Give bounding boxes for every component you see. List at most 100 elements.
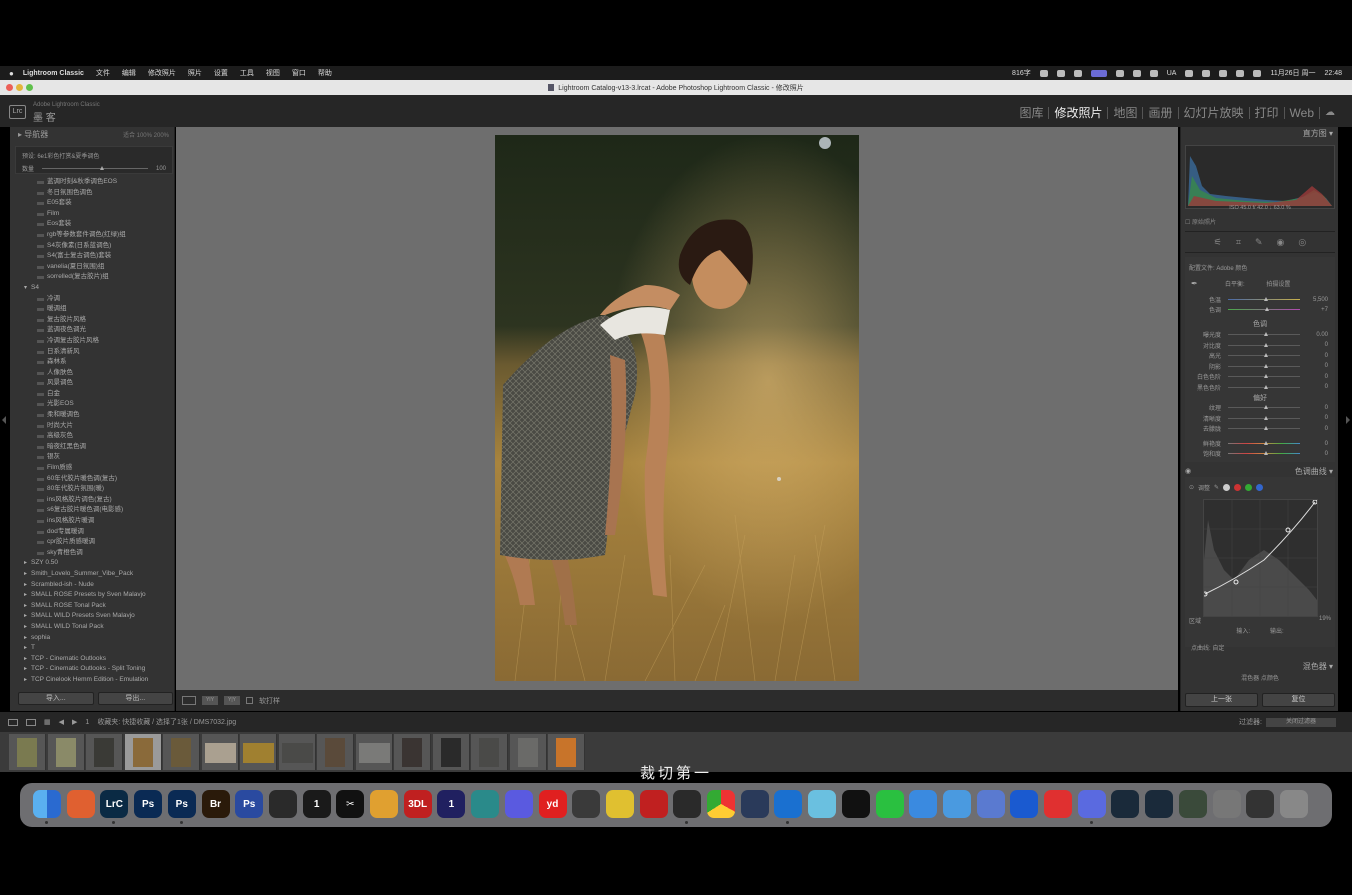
color-mixer-tabs[interactable]: 混色器 点颜色 — [1185, 673, 1335, 682]
wb-row[interactable]: 白平衡: 拍摄设置 — [1225, 279, 1290, 288]
dock-app-icon[interactable] — [33, 790, 61, 818]
slider-value[interactable]: 0 — [1300, 374, 1330, 380]
red-channel-icon[interactable] — [1234, 484, 1242, 491]
dock-app-icon[interactable] — [1010, 790, 1039, 818]
green-channel-icon[interactable] — [1245, 484, 1253, 491]
slider-knob[interactable] — [1264, 415, 1268, 420]
slider-knob[interactable] — [1264, 353, 1268, 357]
slider-knob[interactable] — [1264, 384, 1268, 389]
status-icon[interactable] — [1132, 69, 1141, 77]
preset-item[interactable]: 时尚大片 — [15, 421, 173, 432]
slider-knob[interactable] — [1264, 426, 1268, 430]
preset-item[interactable]: 暖调组 — [15, 304, 173, 315]
dock-app-icon[interactable] — [976, 790, 1005, 818]
main-photo[interactable] — [495, 135, 859, 681]
bluetooth-icon[interactable] — [1185, 69, 1194, 77]
dock-app-icon[interactable] — [1044, 790, 1072, 818]
dock-app-icon[interactable] — [639, 790, 668, 818]
dock-app-icon[interactable] — [471, 790, 500, 818]
preset-item[interactable]: vanelia(夏日氛围)组 — [15, 262, 173, 273]
export-button[interactable]: 导出... — [97, 692, 173, 705]
close-window-button[interactable] — [6, 84, 13, 91]
filter-select[interactable]: 关闭过滤器 — [1266, 717, 1336, 727]
slider-track[interactable] — [1228, 415, 1300, 420]
preset-group[interactable]: SMALL WILD Presets Sven Malavjo — [15, 611, 173, 622]
loupe-view-button[interactable] — [182, 696, 196, 705]
dock-app-icon[interactable] — [504, 790, 533, 818]
status-icon[interactable] — [1039, 69, 1048, 77]
point-curve-select[interactable]: 点曲线: 自定 — [1185, 643, 1335, 652]
edit-sliders-icon[interactable]: ⚟ — [1214, 237, 1222, 248]
preset-group[interactable]: TCP Cinelook Hemm Edition - Emulation — [15, 675, 173, 686]
zoom-window-button[interactable] — [26, 84, 33, 91]
preset-item[interactable]: 风景调色 — [15, 378, 173, 389]
slider-row[interactable]: 黑色色阶 0 — [1185, 383, 1335, 392]
module-web[interactable]: Web — [1285, 107, 1320, 119]
status-icon[interactable] — [1073, 69, 1082, 77]
input-method-badge[interactable]: UA — [1167, 70, 1177, 77]
slider-track[interactable] — [1228, 353, 1300, 357]
preset-item[interactable]: 60年代胶片暖色调(复古) — [15, 474, 173, 485]
preset-group[interactable]: SMALL WILD Tonal Pack — [15, 622, 173, 633]
temp-slider-row[interactable]: 色温 5,500 — [1185, 295, 1335, 305]
slider-track[interactable] — [1228, 384, 1300, 389]
preset-item[interactable]: s6复古胶片暖色调(电影感) — [15, 505, 173, 516]
preset-item[interactable]: sky青橙色调 — [15, 548, 173, 559]
slider-track[interactable] — [1228, 363, 1300, 368]
slider-value[interactable]: 0.00 — [1300, 332, 1330, 338]
dock-app-icon[interactable]: Ps — [235, 790, 264, 818]
temp-value[interactable]: 5,500 — [1300, 297, 1330, 303]
dock-app-icon[interactable] — [808, 790, 837, 818]
filmstrip-source[interactable]: 收藏夹: 快捷收藏 / 选择了1张 / DMS7032.jpg — [97, 717, 236, 727]
dock-app-icon[interactable] — [774, 790, 803, 818]
preset-item[interactable]: 冷调 — [15, 294, 173, 305]
slider-value[interactable]: 0 — [1300, 426, 1330, 432]
dock-app-icon[interactable]: Br — [201, 790, 230, 818]
dock-app-icon[interactable]: ✂ — [336, 790, 365, 818]
dock-app-icon[interactable] — [740, 790, 769, 818]
slider-row[interactable]: 去朦胧 0 — [1185, 424, 1335, 434]
menu-file[interactable]: 文件 — [96, 68, 110, 78]
tint-slider-row[interactable]: 色调 +7 — [1185, 305, 1335, 315]
dock-app-icon[interactable] — [1077, 790, 1106, 818]
tint-value[interactable]: +7 — [1300, 307, 1330, 313]
dock-app-icon[interactable] — [1279, 790, 1308, 818]
histogram-header[interactable]: 直方图 ▾ — [1181, 127, 1339, 140]
slider-row[interactable]: 白色色阶 0 — [1185, 372, 1335, 382]
slider-row[interactable]: 高光 0 — [1185, 351, 1335, 361]
dock-app-icon[interactable] — [1111, 790, 1140, 818]
dock-app-icon[interactable] — [875, 790, 904, 818]
preset-item[interactable]: Film — [15, 209, 173, 220]
before-after-button[interactable]: Y|Y — [224, 696, 240, 705]
menubar-time[interactable]: 22:48 — [1324, 70, 1342, 77]
preset-item[interactable]: sorrelled(复古胶片)组 — [15, 272, 173, 283]
status-icon[interactable] — [1149, 69, 1158, 77]
menu-edit[interactable]: 编辑 — [122, 68, 136, 78]
second-window-icon[interactable] — [26, 718, 36, 726]
status-icon[interactable] — [1056, 69, 1065, 77]
amount-value[interactable]: 100 — [156, 166, 166, 172]
dock-app-icon[interactable] — [605, 790, 634, 818]
navigator-header[interactable]: ▸ 导航器 适合 100% 200% — [10, 127, 175, 141]
slider-row[interactable]: 阴影 0 — [1185, 362, 1335, 371]
preset-item[interactable]: S4(富士复古调色)套装 — [15, 251, 173, 262]
preset-item[interactable]: 森林系 — [15, 357, 173, 368]
slider-track[interactable] — [1228, 441, 1300, 445]
module-map[interactable]: 地图 — [1108, 107, 1144, 119]
navigator-zoom-options[interactable]: 适合 100% 200% — [123, 130, 175, 139]
dock-app-icon[interactable] — [1212, 790, 1241, 818]
menu-develop[interactable]: 修改照片 — [148, 68, 176, 78]
left-panel-toggle-icon[interactable] — [2, 416, 6, 424]
dock-app-icon[interactable] — [66, 790, 95, 818]
preset-group[interactable]: SZY 0.50 — [15, 558, 173, 569]
module-book[interactable]: 画册 — [1143, 107, 1179, 119]
dock-app-icon[interactable] — [673, 790, 702, 818]
slider-row[interactable]: 曝光度 0.00 — [1185, 330, 1335, 340]
dock-app-icon[interactable] — [841, 790, 870, 818]
slider-knob[interactable] — [1264, 374, 1268, 378]
main-window-icon[interactable] — [8, 718, 18, 726]
preset-item[interactable]: 人像肤色 — [15, 368, 173, 379]
slider-track[interactable] — [1228, 405, 1300, 409]
target-adjust-icon[interactable]: ⊙ — [1189, 484, 1194, 491]
profile-row[interactable]: 配置文件: Adobe 颜色 — [1189, 263, 1247, 272]
